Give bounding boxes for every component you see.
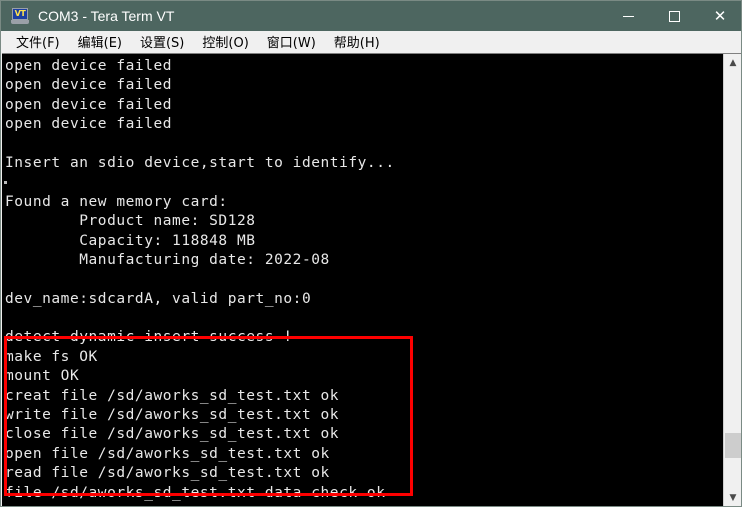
menu-bar: 文件(F) 编辑(E) 设置(S) 控制(O) 窗口(W) 帮助(H): [2, 30, 741, 53]
terminal-output[interactable]: open device failed open device failed open…: [2, 54, 723, 506]
close-button[interactable]: ✕: [697, 1, 741, 31]
terminal-line: Capacity: 118848 MB: [5, 232, 256, 249]
terminal-line: creat file /sd/aworks_sd_test.txt ok: [5, 387, 340, 404]
tera-term-window: VT COM3 - Tera Term VT ✕ 文件(F) 编辑(E) 设置(…: [0, 0, 742, 507]
terminal-line: read file /sd/aworks_sd_test.txt ok: [5, 465, 330, 482]
terminal-line: open file /sd/aworks_sd_test.txt ok: [5, 445, 330, 462]
minimize-icon: [622, 15, 634, 17]
window-controls: ✕: [605, 1, 741, 31]
terminal-line: file /sd/aworks_sd_test.txt data check o…: [5, 484, 386, 501]
minimize-button[interactable]: [605, 1, 651, 31]
terminal-line: open device failed: [5, 58, 173, 74]
menu-window[interactable]: 窗口(W): [258, 30, 325, 53]
maximize-button[interactable]: [651, 1, 697, 31]
terminal-line: open device failed: [5, 96, 173, 113]
terminal-line: open device failed: [5, 116, 173, 133]
vertical-scrollbar[interactable]: ▲ ▼: [723, 54, 741, 506]
terminal-line: Found a new memory card:: [5, 193, 228, 210]
terminal-line: open device failed: [5, 77, 173, 94]
close-icon: ✕: [713, 6, 727, 25]
maximize-icon: [668, 10, 680, 22]
terminal-line: Insert an sdio device,start to identify.…: [5, 154, 395, 171]
terminal-line: close file /sd/aworks_sd_test.txt ok: [5, 426, 340, 443]
scrollbar-thumb[interactable]: [725, 433, 741, 458]
terminal-line: write file /sd/aworks_sd_test.txt ok: [5, 407, 340, 424]
terminal-text-block: open device failed open device failed open…: [5, 57, 720, 503]
window-title: COM3 - Tera Term VT: [38, 8, 175, 24]
menu-help[interactable]: 帮助(H): [325, 30, 389, 53]
terminal-frame: open device failed open device failed open…: [2, 53, 741, 506]
terminal-line: Product name: SD128: [5, 213, 256, 230]
menu-file[interactable]: 文件(F): [7, 30, 69, 53]
terminal-line: Manufacturing date: 2022-08: [5, 251, 330, 268]
icon-vt-label: VT: [14, 9, 26, 18]
scroll-down-icon[interactable]: ▼: [724, 489, 741, 506]
scrollbar-track-lower[interactable]: [724, 458, 741, 489]
menu-edit[interactable]: 编辑(E): [69, 30, 131, 53]
title-bar[interactable]: VT COM3 - Tera Term VT ✕: [1, 1, 741, 31]
scroll-up-icon[interactable]: ▲: [724, 54, 741, 72]
menu-control[interactable]: 控制(O): [193, 30, 257, 53]
scrollbar-track-upper[interactable]: [724, 72, 741, 433]
terminal-line: make fs OK: [5, 348, 98, 365]
terminal-line: detect dynamic insert success !: [5, 329, 293, 346]
terminal-vt-icon: VT: [11, 8, 29, 24]
icon-base: [11, 20, 29, 24]
text-caret: [4, 181, 7, 184]
menu-setup[interactable]: 设置(S): [131, 30, 193, 53]
terminal-line: mount OK: [5, 368, 80, 385]
terminal-line: dev_name:sdcardA, valid part_no:0: [5, 290, 312, 307]
